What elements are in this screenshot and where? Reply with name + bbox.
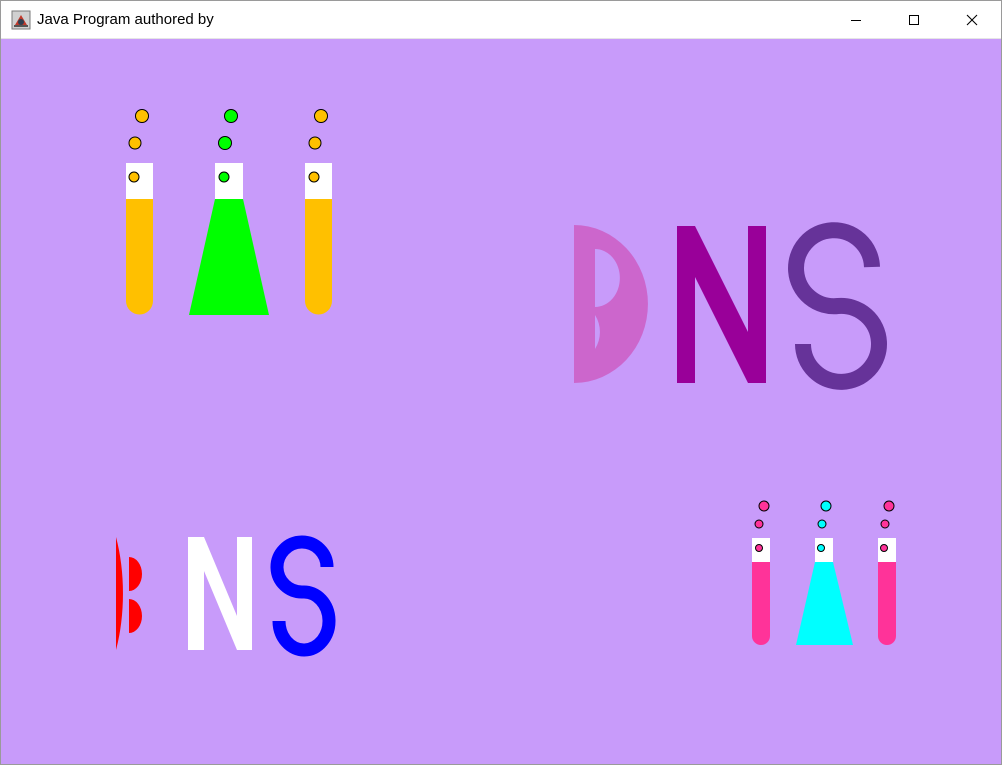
top-left-right-tube bbox=[305, 109, 332, 315]
letter-s-shape bbox=[788, 222, 887, 390]
tube-liquid bbox=[305, 199, 332, 315]
bottom-right-flask bbox=[796, 500, 853, 645]
top-left-flask bbox=[189, 109, 269, 315]
close-button[interactable] bbox=[943, 1, 1001, 38]
bubble bbox=[817, 544, 825, 552]
bubble bbox=[755, 544, 763, 552]
close-icon bbox=[966, 14, 978, 25]
letter-b-shape bbox=[116, 537, 142, 650]
bottom-right-right-tube bbox=[878, 500, 896, 645]
maximize-button[interactable] bbox=[885, 1, 943, 38]
letter-n-shape bbox=[677, 226, 766, 383]
letter-s-shape bbox=[270, 535, 336, 657]
bubble bbox=[128, 171, 140, 183]
bubble bbox=[308, 136, 322, 150]
top-right-bns-letters bbox=[574, 222, 887, 390]
title-bar[interactable]: Java Program authored by bbox=[1, 1, 1001, 39]
drawing-canvas bbox=[1, 39, 1001, 764]
bubble bbox=[820, 500, 832, 512]
tube-liquid bbox=[752, 562, 770, 645]
tube-top bbox=[126, 163, 153, 199]
app-window: Java Program authored by bbox=[0, 0, 1002, 765]
flask-liquid bbox=[796, 562, 853, 645]
bubble bbox=[817, 519, 827, 529]
flask-neck bbox=[215, 163, 243, 199]
java-coffee-cup-icon[interactable] bbox=[11, 10, 31, 30]
bubble bbox=[128, 136, 142, 150]
bubble bbox=[880, 519, 890, 529]
bubble bbox=[218, 136, 232, 150]
bubble bbox=[880, 544, 888, 552]
maximize-icon bbox=[909, 14, 919, 25]
window-title: Java Program authored by bbox=[37, 11, 214, 28]
bottom-left-bns-letters bbox=[116, 535, 336, 657]
bubble bbox=[883, 500, 895, 512]
tube-liquid bbox=[878, 562, 896, 645]
bubble bbox=[314, 109, 328, 123]
minimize-icon bbox=[851, 19, 861, 21]
bubble bbox=[758, 500, 770, 512]
top-left-lab-glassware bbox=[126, 109, 332, 315]
bubble bbox=[308, 171, 320, 183]
canvas-drawing bbox=[116, 109, 896, 657]
top-left-left-tube bbox=[126, 109, 153, 315]
bubble bbox=[754, 519, 764, 529]
letter-n-shape bbox=[188, 537, 252, 650]
bubble bbox=[135, 109, 149, 123]
tube-top bbox=[305, 163, 332, 199]
bubble bbox=[224, 109, 238, 123]
bubble bbox=[218, 171, 230, 183]
minimize-button[interactable] bbox=[827, 1, 885, 38]
tube-liquid bbox=[126, 199, 153, 315]
flask-liquid bbox=[189, 199, 269, 315]
bottom-right-left-tube bbox=[752, 500, 770, 645]
letter-b-shape bbox=[574, 225, 648, 383]
bottom-right-lab-glassware bbox=[752, 500, 896, 645]
